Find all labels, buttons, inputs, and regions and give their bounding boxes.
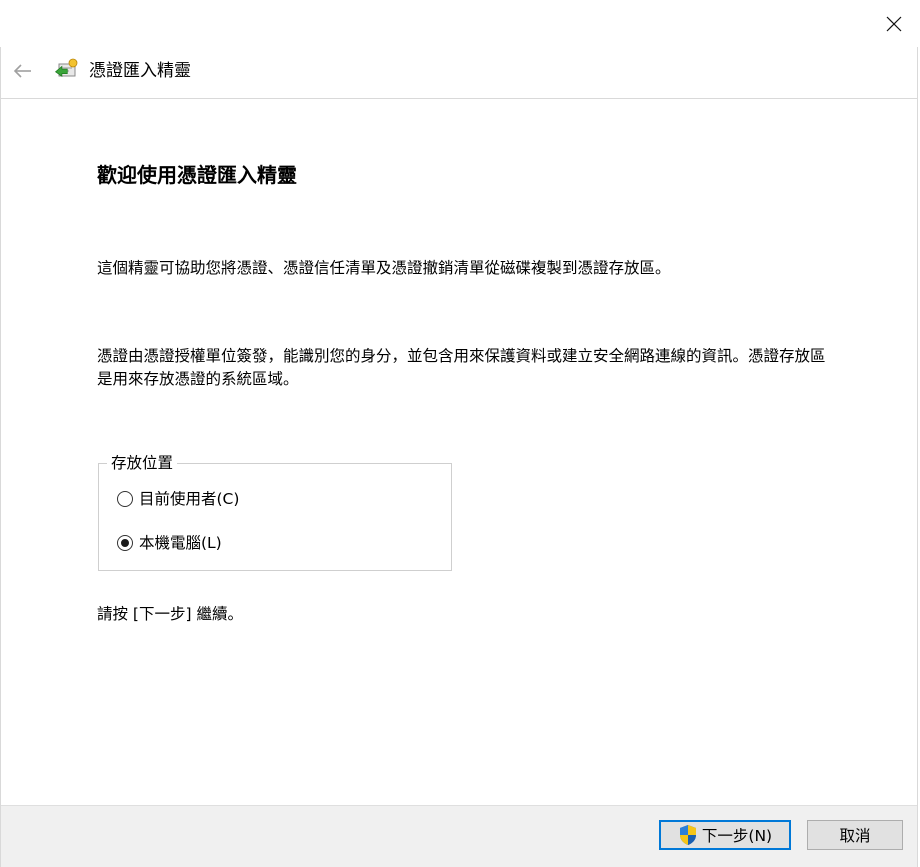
certificate-wizard-icon: [55, 58, 78, 77]
radio-label-current-user: 目前使用者(C): [139, 490, 240, 508]
back-arrow-icon: [13, 64, 31, 78]
wizard-content: 歡迎使用憑證匯入精靈 這個精靈可協助您將憑證、憑證信任清單及憑證撤銷清單從磁碟複…: [1, 99, 917, 805]
radio-circle-current-user[interactable]: [117, 491, 133, 507]
radio-circle-local-machine[interactable]: [117, 535, 133, 551]
store-location-legend: 存放位置: [107, 452, 178, 474]
radio-local-machine[interactable]: 本機電腦(L): [117, 532, 222, 554]
wizard-title: 憑證匯入精靈: [89, 61, 191, 81]
description-paragraph-1: 這個精靈可協助您將憑證、憑證信任清單及憑證撤銷清單從磁碟複製到憑證存放區。: [97, 259, 671, 277]
close-button[interactable]: [878, 8, 910, 40]
back-button[interactable]: [9, 57, 37, 85]
wizard-header: 憑證匯入精靈: [1, 47, 917, 99]
uac-shield-icon: [679, 825, 696, 845]
next-button-label: 下一步(N): [701, 827, 773, 845]
radio-label-local-machine: 本機電腦(L): [139, 534, 222, 552]
page-heading: 歡迎使用憑證匯入精靈: [97, 163, 297, 187]
close-icon: [886, 16, 902, 32]
wizard-client-area: 憑證匯入精靈 歡迎使用憑證匯入精靈 這個精靈可協助您將憑證、憑證信任清單及憑證撤…: [0, 47, 918, 867]
certificate-import-wizard-window: 憑證匯入精靈 歡迎使用憑證匯入精靈 這個精靈可協助您將憑證、憑證信任清單及憑證撤…: [0, 0, 920, 867]
radio-current-user[interactable]: 目前使用者(C): [117, 488, 239, 510]
cancel-button[interactable]: 取消: [807, 820, 903, 850]
radio-selected-dot: [121, 539, 129, 547]
wizard-footer: 下一步(N) 取消: [1, 805, 917, 867]
next-button[interactable]: 下一步(N): [659, 820, 791, 850]
description-paragraph-2: 憑證由憑證授權單位簽發，能識別您的身分，並包含用來保護資料或建立安全網路連線的資…: [97, 347, 826, 388]
continue-instruction: 請按 [下一步] 繼續。: [97, 605, 243, 623]
store-location-group: 存放位置 目前使用者(C) 本機電腦(L): [98, 452, 452, 571]
